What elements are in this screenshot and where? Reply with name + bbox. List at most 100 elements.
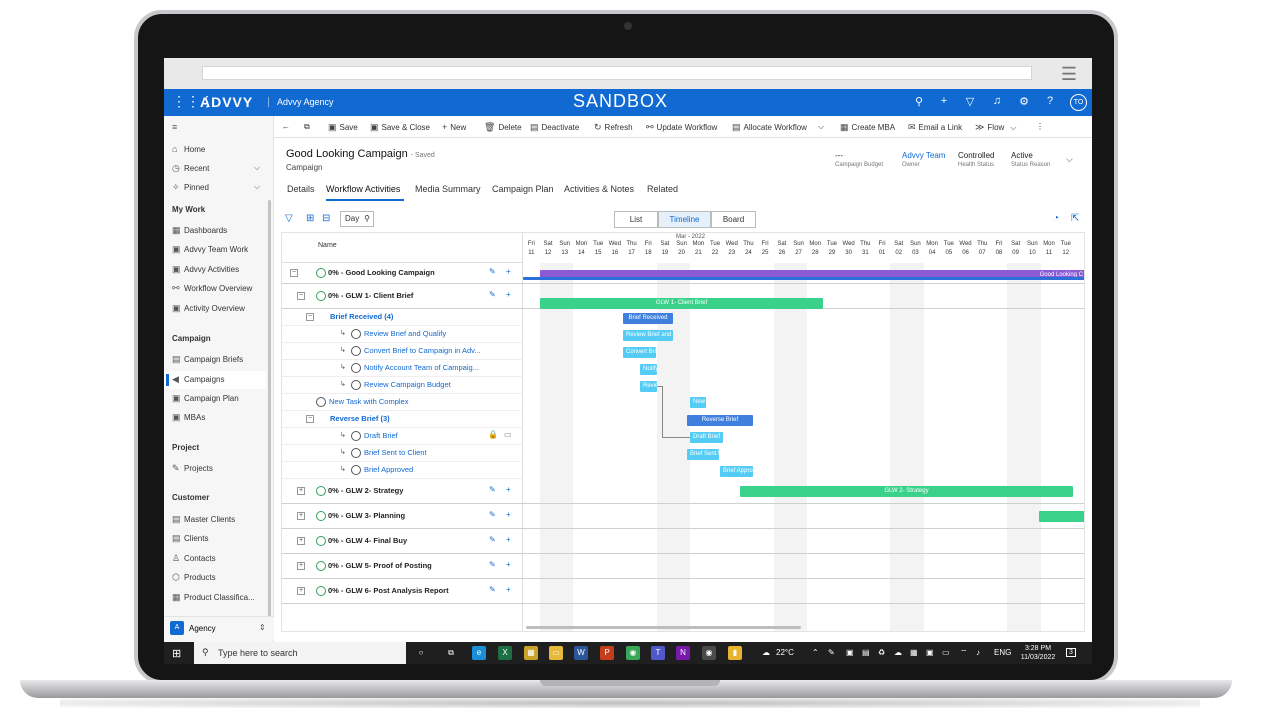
weather-icon[interactable]: ☁ [762, 648, 770, 657]
tab-campaign-plan[interactable]: Campaign Plan [492, 184, 554, 194]
add-icon[interactable]: + [506, 535, 511, 544]
expand-all-icon[interactable]: ⊞ [306, 213, 314, 224]
edit-icon[interactable]: ✎ [489, 485, 496, 494]
word-icon[interactable]: W [574, 646, 588, 660]
status-circle-icon[interactable] [351, 329, 361, 339]
task-name[interactable]: 0% - GLW 5- Proof of Posting [328, 561, 432, 570]
battery-icon[interactable]: ▭ [942, 648, 950, 657]
sidebar-item-pinned[interactable]: ✧ Pinned ⌵ [172, 182, 260, 198]
status-circle-icon[interactable] [316, 561, 326, 571]
task-name[interactable]: 0% - GLW 6- Post Analysis Report [328, 586, 449, 595]
sidebar-item-workflow-overview[interactable]: ⚯ Workflow Overview [172, 283, 252, 299]
tab-workflow-activities[interactable]: Workflow Activities [326, 184, 400, 194]
gantt-bar-approved[interactable]: Brief Appro [720, 466, 753, 477]
notification-badge[interactable]: 3 [1066, 648, 1076, 657]
sidebar-scrollbar[interactable] [268, 200, 271, 630]
status-circle-icon[interactable] [351, 465, 361, 475]
gantt-bar-glw1[interactable]: GLW 1- Client Brief [540, 298, 823, 309]
task-row[interactable]: ↳ Brief Sent to Client [282, 445, 523, 462]
new-button[interactable]: + New [442, 122, 466, 132]
sidebar-item-home[interactable]: ⌂ Home [172, 144, 205, 160]
tray-app3-icon[interactable]: ♻ [878, 648, 885, 657]
status-circle-icon[interactable] [316, 486, 326, 496]
sidebar-item-mbas[interactable]: ▣ MBAs [172, 412, 205, 428]
hamburger-icon[interactable]: ☰ [1056, 61, 1082, 87]
task-row[interactable]: +0% - GLW 5- Proof of Posting ✎ + [282, 554, 523, 579]
sidebar-item-campaign-briefs[interactable]: ▤ Campaign Briefs [172, 354, 243, 370]
gantt-bar-new-task[interactable]: New [690, 397, 706, 408]
task-name[interactable]: 0% - Good Looking Campaign [328, 268, 435, 277]
add-icon[interactable]: + [937, 95, 951, 107]
task-name[interactable]: Notify Account Team of Campaig... [364, 363, 479, 372]
add-icon[interactable]: + [506, 267, 511, 276]
collapse-all-icon[interactable]: ⊟ [322, 213, 330, 224]
task-name[interactable]: Brief Sent to Client [364, 448, 427, 457]
gantt-bar-draft[interactable]: Draft Brief [690, 432, 723, 443]
gantt-bar-notify[interactable]: Notify [640, 364, 657, 375]
tray-app2-icon[interactable]: ▤ [862, 648, 870, 657]
comment-icon[interactable]: ▭ [504, 430, 512, 439]
status-circle-icon[interactable] [316, 397, 326, 407]
language-indicator[interactable]: ENG [994, 648, 1011, 657]
more-chevron-icon[interactable]: ⌵ [818, 122, 824, 132]
flow-button[interactable]: ≫ Flow ⌵ [975, 122, 1016, 133]
sidebar-item-product-classification[interactable]: ▦ Product Classifica... [172, 592, 255, 608]
zoom-level-select[interactable]: Day ⚲ [340, 211, 374, 227]
edit-icon[interactable]: ✎ [489, 510, 496, 519]
calculator-icon[interactable]: ▦ [524, 646, 538, 660]
delete-button[interactable]: 🗑 Delete [484, 122, 522, 133]
add-icon[interactable]: + [506, 290, 511, 299]
status-circle-icon[interactable] [351, 431, 361, 441]
sidebar-item-activities[interactable]: ▣ Advvy Activities [172, 264, 239, 280]
pie-chart-icon[interactable]: ◔ [1053, 213, 1059, 224]
save-button[interactable]: ▣ Save [328, 122, 358, 133]
task-name[interactable]: New Task with Complex [329, 397, 408, 406]
refresh-button[interactable]: ↻ Refresh [594, 122, 633, 133]
view-list-button[interactable]: List [614, 211, 658, 228]
task-name[interactable]: Convert Brief to Campaign in Adv... [364, 346, 481, 355]
task-row[interactable]: − Brief Received (4) [282, 309, 523, 326]
task-row[interactable]: +0% - GLW 3- Planning ✎ + [282, 504, 523, 529]
task-row[interactable]: − Reverse Brief (3) [282, 411, 523, 428]
task-name[interactable]: 0% - GLW 4- Final Buy [328, 536, 407, 545]
wifi-icon[interactable]: ⌔ [960, 648, 968, 658]
sidebar-item-master-clients[interactable]: ▤ Master Clients [172, 514, 235, 530]
status-circle-icon[interactable] [316, 536, 326, 546]
address-bar[interactable] [202, 66, 1032, 80]
user-avatar[interactable]: TO [1070, 94, 1087, 111]
tab-activities-notes[interactable]: Activities & Notes [564, 184, 634, 194]
power-bi-icon[interactable]: ▮ [728, 646, 742, 660]
teams-icon[interactable]: T [651, 646, 665, 660]
task-name[interactable]: Review Brief and Qualify [364, 329, 446, 338]
onenote-icon[interactable]: N [676, 646, 690, 660]
status-circle-icon[interactable] [316, 511, 326, 521]
save-close-button[interactable]: ▣ Save & Close [370, 122, 430, 133]
view-timeline-button[interactable]: Timeline [658, 211, 711, 228]
tray-pen-icon[interactable]: ✎ [828, 648, 835, 657]
gantt-bar-convert[interactable]: Convert Bri [623, 347, 656, 358]
tray-app-icon[interactable]: ▣ [846, 648, 854, 657]
task-row[interactable]: +0% - GLW 2- Strategy ✎ + [282, 479, 523, 504]
task-name[interactable]: Brief Approved [364, 465, 413, 474]
edit-icon[interactable]: ✎ [489, 560, 496, 569]
sidebar-item-products[interactable]: ⬡ Products [172, 572, 216, 588]
view-board-button[interactable]: Board [711, 211, 756, 228]
collapse-icon[interactable]: − [297, 292, 305, 300]
deactivate-button[interactable]: ▤ Deactivate [530, 122, 579, 133]
header-expand-chevron-icon[interactable]: ⌵ [1066, 154, 1073, 165]
tray-chevron-icon[interactable]: ⌃ [812, 648, 819, 657]
expand-icon[interactable]: + [297, 537, 305, 545]
expand-icon[interactable]: + [297, 562, 305, 570]
status-circle-icon[interactable] [316, 586, 326, 596]
gantt-bar-sent[interactable]: Brief Sent t [687, 449, 719, 460]
search-icon[interactable]: ⚲ [912, 95, 926, 108]
file-explorer-icon[interactable]: ▭ [549, 646, 563, 660]
expand-icon[interactable]: + [297, 487, 305, 495]
chrome-icon[interactable]: ◉ [626, 646, 640, 660]
hamburger-icon[interactable]: ≡ [172, 122, 184, 138]
area-switcher[interactable]: A Agency ⇕ [164, 616, 274, 640]
task-row[interactable]: ↳ Draft Brief 🔒 ▭ [282, 428, 523, 445]
sidebar-item-contacts[interactable]: ♙ Contacts [172, 553, 216, 569]
sidebar-item-dashboards[interactable]: ▦ Dashboards [172, 225, 227, 241]
task-name[interactable]: Reverse Brief (3) [330, 414, 390, 423]
